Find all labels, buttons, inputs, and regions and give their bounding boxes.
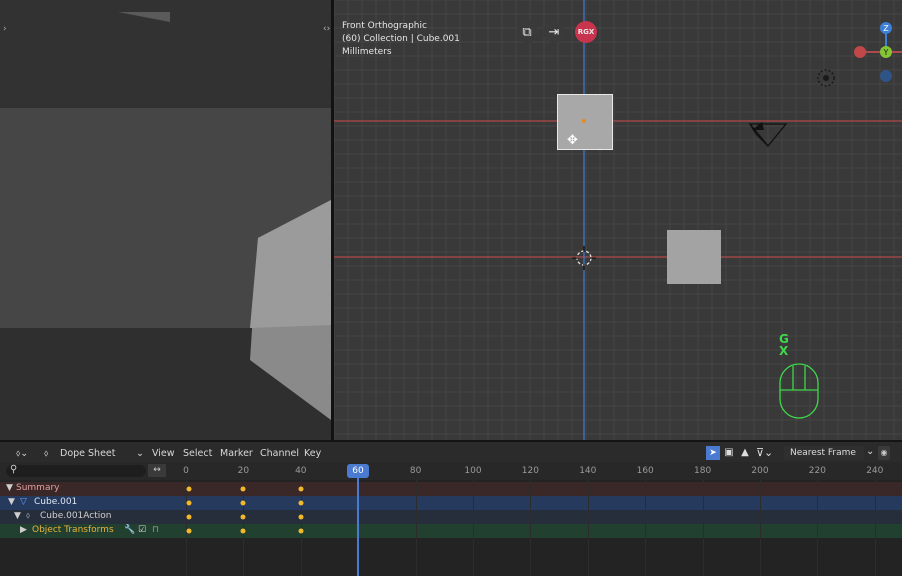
search-field[interactable]: ⚲ bbox=[6, 464, 146, 477]
origin-dot bbox=[582, 119, 586, 123]
navigation-gizmo[interactable]: Z Y bbox=[852, 18, 902, 88]
playhead-line bbox=[357, 478, 359, 576]
camera-icon[interactable] bbox=[744, 118, 790, 150]
channel-action[interactable]: ▼ ⬨ Cube.001Action bbox=[0, 510, 902, 524]
frame-tick-220: 220 bbox=[808, 466, 826, 476]
channel-label-group: Object Transforms bbox=[32, 525, 114, 535]
action-expand-icon[interactable]: ▼ bbox=[14, 511, 21, 521]
chevron-down-icon[interactable]: ⌄ bbox=[136, 448, 144, 459]
key-hint-x: X bbox=[779, 344, 789, 358]
gizmo-y-label: Y bbox=[883, 48, 889, 57]
duplicate-icon[interactable]: ⧉ bbox=[516, 21, 538, 43]
keyframe[interactable] bbox=[240, 528, 246, 534]
3d-cursor-icon[interactable] bbox=[572, 246, 596, 270]
wrench-icon[interactable]: 🔧 bbox=[124, 525, 135, 535]
ortho-viewport[interactable]: Front Orthographic (60) Collection | Cub… bbox=[334, 0, 902, 440]
menu-marker[interactable]: Marker bbox=[220, 448, 253, 459]
hidden-toggle-icon[interactable]: ▣ bbox=[722, 446, 736, 460]
frame-gridline bbox=[760, 480, 761, 576]
move-cursor-icon: ✥ bbox=[567, 133, 578, 148]
channel-group[interactable]: ▶ Object Transforms 🔧 ☑ ⊓ bbox=[0, 524, 902, 538]
channel-label-object: Cube.001 bbox=[34, 497, 78, 507]
keyframe[interactable] bbox=[186, 514, 192, 520]
keyframe[interactable] bbox=[186, 500, 192, 506]
keyframe[interactable] bbox=[186, 486, 192, 492]
current-frame-indicator[interactable]: 60 bbox=[347, 464, 369, 478]
errors-only-icon[interactable]: ▲ bbox=[738, 446, 752, 460]
menu-select[interactable]: Select bbox=[183, 448, 212, 459]
cube-object[interactable] bbox=[667, 230, 721, 284]
perspective-viewport[interactable]: › ‹› bbox=[0, 0, 331, 440]
frame-ruler[interactable]: ⚲ ↔ 0 20 40 80 100 120 140 160 180 200 220 240 60 bbox=[0, 462, 902, 480]
frame-tick-240: 240 bbox=[866, 466, 884, 476]
gizmo-z-label: Z bbox=[883, 24, 889, 33]
frame-gridline bbox=[415, 480, 417, 576]
frame-tick-80: 80 bbox=[409, 466, 422, 476]
object-expand-icon[interactable]: ▼ bbox=[8, 497, 15, 507]
frame-gridline bbox=[587, 480, 589, 576]
frame-gridline bbox=[473, 480, 474, 576]
search-icon: ⚲ bbox=[10, 464, 18, 475]
channel-label-summary: Summary bbox=[16, 483, 60, 493]
filter-icon[interactable]: ⊽⌄ bbox=[756, 446, 773, 460]
light-icon[interactable] bbox=[814, 66, 838, 90]
frame-tick-120: 120 bbox=[521, 466, 539, 476]
frame-tick-20: 20 bbox=[237, 466, 250, 476]
keyframe[interactable] bbox=[240, 500, 246, 506]
dope-sheet-editor[interactable]: ⬨⌄ ⬨ Dope Sheet ⌄ View Select Marker Cha… bbox=[0, 440, 902, 576]
channel-object[interactable]: ▼ ▽ Cube.001 bbox=[0, 496, 902, 510]
frame-tick-100: 100 bbox=[464, 466, 482, 476]
frame-gridline bbox=[874, 480, 876, 576]
collapse-arrow-icon[interactable]: › bbox=[3, 24, 7, 34]
collection-label: (60) Collection | Cube.001 bbox=[342, 34, 460, 44]
frame-tick-160: 160 bbox=[636, 466, 654, 476]
selected-cube[interactable] bbox=[557, 94, 613, 150]
menu-view[interactable]: View bbox=[152, 448, 175, 459]
channel-summary[interactable]: ▼ Summary bbox=[0, 482, 902, 496]
frame-gridline bbox=[645, 480, 647, 576]
dope-sheet-header: ⬨⌄ ⬨ Dope Sheet ⌄ View Select Marker Cha… bbox=[0, 440, 902, 464]
checkbox-icon[interactable]: ☑ bbox=[138, 525, 146, 535]
keyframe[interactable] bbox=[298, 486, 304, 492]
keyframe[interactable] bbox=[298, 500, 304, 506]
units-label: Millimeters bbox=[342, 47, 392, 57]
action-icon: ⬨ bbox=[26, 511, 31, 521]
frame-tick-40: 40 bbox=[295, 466, 307, 476]
swap-arrows-icon[interactable]: ↔ bbox=[148, 464, 166, 477]
snap-mode-dropdown[interactable]: Nearest Frame bbox=[784, 446, 864, 460]
frame-tick-0: 0 bbox=[183, 466, 189, 476]
frame-gridline bbox=[530, 480, 532, 576]
snap-chevron-icon[interactable]: ⌄ bbox=[866, 446, 874, 457]
view-name-label: Front Orthographic bbox=[342, 21, 427, 31]
keyframe[interactable] bbox=[240, 486, 246, 492]
dope-sheet-mode-dropdown[interactable]: Dope Sheet bbox=[60, 448, 116, 459]
frame-tick-200: 200 bbox=[751, 466, 769, 476]
only-selected-icon[interactable]: ➤ bbox=[706, 446, 720, 460]
proportional-icon[interactable]: ◉ bbox=[878, 446, 890, 460]
keyframe[interactable] bbox=[186, 528, 192, 534]
editor-type-icon[interactable]: ⬨⌄ bbox=[16, 448, 28, 459]
split-arrows-icon[interactable]: ‹› bbox=[323, 24, 330, 34]
mouse-icon bbox=[779, 363, 819, 419]
frame-gridline bbox=[702, 480, 704, 576]
dope-sheet-mode-icon: ⬨ bbox=[44, 448, 49, 459]
mesh-icon: ▽ bbox=[20, 497, 27, 507]
viewport-geometry bbox=[0, 0, 331, 440]
menu-channel[interactable]: Channel bbox=[260, 448, 299, 459]
frame-tick-140: 140 bbox=[579, 466, 597, 476]
summary-expand-icon[interactable]: ▼ bbox=[6, 483, 13, 493]
keyframe[interactable] bbox=[298, 514, 304, 520]
menu-key[interactable]: Key bbox=[304, 448, 321, 459]
frame-tick-180: 180 bbox=[694, 466, 712, 476]
keyframe[interactable] bbox=[298, 528, 304, 534]
rgx-badge-button[interactable]: RGX bbox=[575, 21, 597, 43]
keyframe[interactable] bbox=[240, 514, 246, 520]
channel-label-action: Cube.001Action bbox=[40, 511, 112, 521]
import-icon[interactable]: ⇥ bbox=[543, 21, 565, 43]
group-expand-icon[interactable]: ▶ bbox=[20, 525, 27, 535]
frame-gridline bbox=[817, 480, 819, 576]
lock-icon[interactable]: ⊓ bbox=[152, 525, 159, 535]
